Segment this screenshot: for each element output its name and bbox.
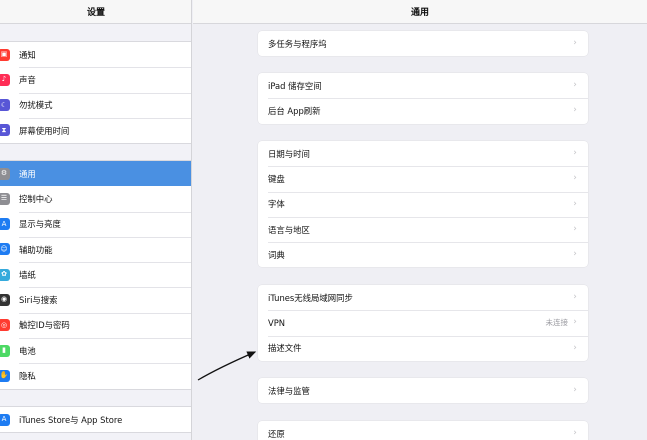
row-date-time[interactable]: 日期与时间 › [258,141,588,166]
row-dictionary[interactable]: 词典 › [258,242,588,267]
sidebar-item-label: 墙纸 [19,269,36,280]
general-settings-pane: 通用 多任务与程序坞 › iPad 储存空间 › 后台 App刷新 › 日期与时… [193,0,647,440]
row-label: VPN [268,317,286,328]
row-itunes-wifi-sync[interactable]: iTunes无线局域网同步 › [258,285,588,310]
sidebar-item-display[interactable]: A 显示与亮度 [0,211,191,237]
chevron-right-icon: › [573,428,577,438]
sidebar-item-screen-time[interactable]: ⧗ 屏幕使用时间 [0,117,191,143]
settings-group-network: iTunes无线局域网同步 › VPN 未连接 › 描述文件 › [258,285,588,361]
row-fonts[interactable]: 字体 › [258,191,588,217]
chevron-right-icon: › [573,249,577,260]
row-label: 法律与监管 [268,385,310,396]
chevron-right-icon: › [573,223,577,234]
row-ipad-storage[interactable]: iPad 储存空间 › [258,73,588,98]
row-label: 后台 App刷新 [268,105,321,116]
chevron-right-icon: › [573,105,577,116]
row-label: iTunes无线局域网同步 [268,292,353,303]
sidebar-group-1: ▣ 通知 ♪ 声音 ☾ 勿扰模式 ⧗ 屏幕使用时间 [0,41,191,145]
row-label: 多任务与程序坞 [268,38,327,49]
sidebar-item-label: 屏幕使用时间 [19,125,70,136]
row-multitasking-dock[interactable]: 多任务与程序坞 › [258,31,588,56]
page-title: 通用 [193,0,647,24]
moon-icon: ☾ [0,99,10,112]
row-label: 语言与地区 [268,224,310,235]
sidebar-item-label: 通用 [19,168,36,179]
sidebar-item-label: 隐私 [19,371,36,382]
chevron-right-icon: › [573,148,577,158]
sidebar-item-label: 电池 [19,345,36,356]
sidebar-item-label: 声音 [19,74,36,85]
sidebar-item-label: iTunes Store与 App Store [19,414,123,425]
hourglass-icon: ⧗ [0,124,10,137]
row-language-region[interactable]: 语言与地区 › [258,216,588,242]
settings-group-locale: 日期与时间 › 键盘 › 字体 › 语言与地区 › 词典 › [258,141,588,268]
settings-sidebar: 设置 ▣ 通知 ♪ 声音 ☾ 勿扰模式 ⧗ 屏幕使用时间 ⚙ 通用 ☰ 控制中心… [0,0,192,440]
sidebar-item-control-center[interactable]: ☰ 控制中心 [0,186,191,211]
row-profiles[interactable]: 描述文件 › [258,335,588,361]
row-reset[interactable]: 还原 › [258,421,588,440]
settings-group-storage: iPad 储存空间 › 后台 App刷新 › [258,73,588,124]
row-label: iPad 储存空间 [268,80,322,91]
battery-icon: ▮ [0,344,10,357]
sidebar-item-label: 通知 [19,49,36,60]
settings-group-legal: 法律与监管 › [258,378,588,404]
vpn-status-value: 未连接 [545,318,569,328]
sidebar-item-battery[interactable]: ▮ 电池 [0,338,191,363]
sidebar-item-notifications[interactable]: ▣ 通知 [0,42,191,67]
notifications-icon: ▣ [0,48,10,61]
sidebar-item-label: 勿扰模式 [19,100,53,111]
sidebar-title: 设置 [0,0,191,24]
row-keyboard[interactable]: 键盘 › [258,166,588,191]
sidebar-item-label: 控制中心 [19,193,53,204]
app-store-icon: A [0,413,10,426]
gear-icon: ⚙ [0,167,10,180]
sidebar-item-itunes-app-store[interactable]: A iTunes Store与 App Store [0,407,191,432]
chevron-right-icon: › [573,317,577,328]
toggles-icon: ☰ [0,192,10,205]
sidebar-item-sound[interactable]: ♪ 声音 [0,67,191,92]
privacy-hand-icon: ✋ [0,369,10,382]
row-label: 描述文件 [268,343,302,354]
sidebar-item-label: Siri与搜索 [19,295,58,306]
sidebar-item-label: 辅助功能 [19,244,53,255]
display-icon: A [0,218,10,231]
chevron-right-icon: › [573,385,577,395]
accessibility-icon: ☺ [0,243,10,256]
sound-icon: ♪ [0,73,10,86]
row-label: 词典 [268,249,285,260]
settings-group-multitasking: 多任务与程序坞 › [258,31,588,57]
sidebar-item-do-not-disturb[interactable]: ☾ 勿扰模式 [0,92,191,118]
siri-icon: ◉ [0,293,10,306]
sidebar-item-touch-id[interactable]: ◎ 触控ID与密码 [0,312,191,338]
sidebar-item-accessibility[interactable]: ☺ 辅助功能 [0,236,191,262]
chevron-right-icon: › [573,38,577,48]
chevron-right-icon: › [573,80,577,90]
sidebar-item-siri[interactable]: ◉ Siri与搜索 [0,287,191,312]
row-label: 还原 [268,428,285,439]
row-background-app-refresh[interactable]: 后台 App刷新 › [258,98,588,123]
sidebar-item-wallpaper[interactable]: ✿ 墙纸 [0,262,191,287]
row-vpn[interactable]: VPN 未连接 › [258,310,588,335]
sidebar-item-general[interactable]: ⚙ 通用 [0,161,191,187]
sidebar-item-label: 触控ID与密码 [19,320,70,331]
sidebar-group-3: A iTunes Store与 App Store [0,406,191,434]
wallpaper-icon: ✿ [0,268,10,281]
chevron-right-icon: › [573,342,577,353]
sidebar-group-2: ⚙ 通用 ☰ 控制中心 A 显示与亮度 ☺ 辅助功能 ✿ 墙纸 ◉ Siri与搜… [0,160,191,390]
chevron-right-icon: › [573,198,577,209]
settings-group-reset: 还原 › [258,421,588,440]
row-legal-regulatory[interactable]: 法律与监管 › [258,378,588,403]
chevron-right-icon: › [573,292,577,302]
row-label: 键盘 [268,173,285,184]
sidebar-item-privacy[interactable]: ✋ 隐私 [0,363,191,388]
chevron-right-icon: › [573,173,577,184]
sidebar-item-label: 显示与亮度 [19,219,61,230]
row-label: 字体 [268,199,285,210]
fingerprint-icon: ◎ [0,319,10,332]
row-label: 日期与时间 [268,148,310,159]
